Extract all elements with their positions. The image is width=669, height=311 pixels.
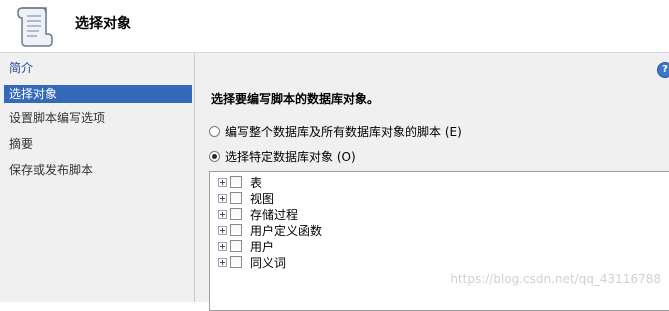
nav-item-intro[interactable]: 简介 xyxy=(4,59,192,77)
radio-label: 编写整个数据库及所有数据库对象的脚本 (E) xyxy=(225,124,462,139)
checkbox[interactable] xyxy=(230,208,242,220)
checkbox[interactable] xyxy=(230,176,242,188)
tree-item-label: 用户 xyxy=(250,239,275,254)
object-tree[interactable]: 表 视图 存储过程 用户定义函数 用户 同义词 xyxy=(209,171,669,311)
nav-item-save-publish[interactable]: 保存或发布脚本 xyxy=(4,161,192,179)
wizard-header: 选择对象 xyxy=(0,0,669,53)
checkbox[interactable] xyxy=(230,256,242,268)
tree-item-tables[interactable]: 表 xyxy=(218,174,262,190)
tree-item-stored-procedures[interactable]: 存储过程 xyxy=(218,206,298,222)
nav-item-scripting-options[interactable]: 设置脚本编写选项 xyxy=(4,109,192,127)
tree-item-label: 同义词 xyxy=(250,255,287,270)
expand-icon[interactable] xyxy=(218,177,227,187)
checkbox[interactable] xyxy=(230,240,242,252)
wizard-nav: 简介 选择对象 设置脚本编写选项 摘要 保存或发布脚本 xyxy=(0,53,195,302)
help-icon[interactable]: ? xyxy=(657,62,669,78)
nav-item-select-objects[interactable]: 选择对象 xyxy=(4,85,192,103)
tree-item-views[interactable]: 视图 xyxy=(218,190,274,206)
watermark-text: https://blog.csdn.net/qq_43116788 xyxy=(450,272,661,286)
tree-item-label: 用户定义函数 xyxy=(250,223,323,238)
tree-item-label: 视图 xyxy=(250,191,275,206)
tree-item-label: 存储过程 xyxy=(250,207,299,222)
checkbox[interactable] xyxy=(230,224,242,236)
radio-label: 选择特定数据库对象 (O) xyxy=(225,149,356,164)
section-title: 选择要编写脚本的数据库对象。 xyxy=(211,92,380,106)
expand-icon[interactable] xyxy=(218,225,227,235)
tree-item-label: 表 xyxy=(250,175,263,190)
expand-icon[interactable] xyxy=(218,257,227,267)
radio-button-checked[interactable] xyxy=(209,150,220,162)
page-title: 选择对象 xyxy=(75,16,131,32)
nav-item-summary[interactable]: 摘要 xyxy=(4,135,192,153)
radio-button[interactable] xyxy=(209,125,220,137)
checkbox[interactable] xyxy=(230,192,242,204)
tree-item-users[interactable]: 用户 xyxy=(218,238,274,254)
expand-icon[interactable] xyxy=(218,241,227,251)
script-scroll-icon xyxy=(17,7,53,47)
main-panel: ? 选择要编写脚本的数据库对象。 编写整个数据库及所有数据库对象的脚本 (E) … xyxy=(195,53,669,311)
tree-item-user-defined-functions[interactable]: 用户定义函数 xyxy=(218,222,322,238)
radio-script-entire-database[interactable]: 编写整个数据库及所有数据库对象的脚本 (E) xyxy=(209,123,462,139)
tree-item-synonyms[interactable]: 同义词 xyxy=(218,254,286,270)
radio-select-specific-objects[interactable]: 选择特定数据库对象 (O) xyxy=(209,148,356,164)
expand-icon[interactable] xyxy=(218,209,227,219)
expand-icon[interactable] xyxy=(218,193,227,203)
